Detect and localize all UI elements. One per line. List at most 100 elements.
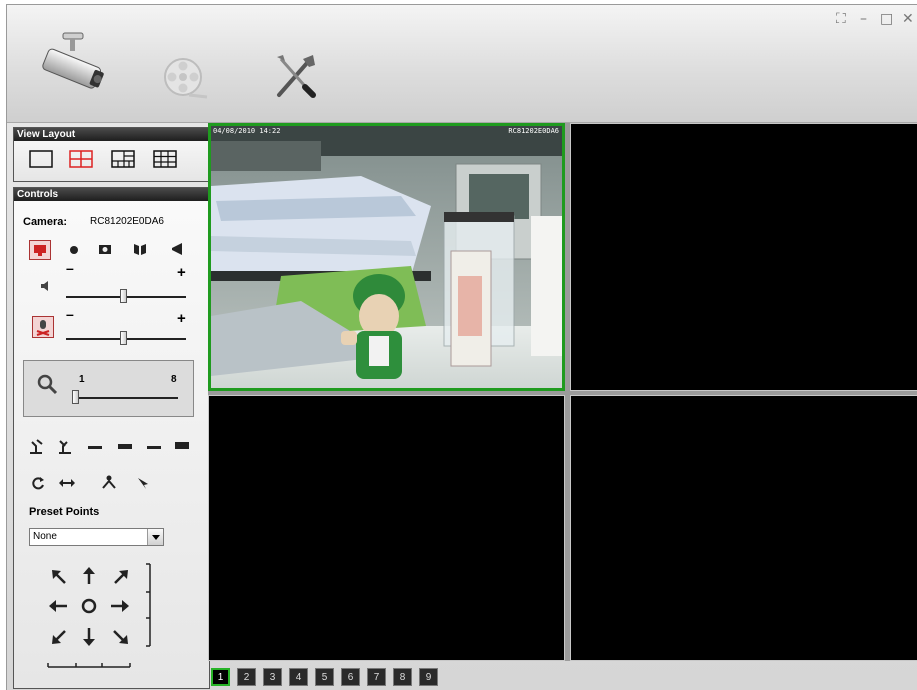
controls-panel: Controls Camera: RC81202E0DA6 – + – + 1 … [13, 187, 210, 689]
viewport-1-camera-id: RC81202E0DA6 [508, 127, 559, 135]
layout-2x2-button[interactable] [69, 150, 93, 171]
surveillance-app: ⛶ – □ ✕ View Layout Controls Camera: RC8… [0, 0, 917, 690]
zoom-box: 1 8 [23, 360, 194, 417]
talk-button[interactable] [170, 242, 184, 259]
arrow-up-right-icon[interactable] [110, 568, 130, 586]
ptz-step-2[interactable] [118, 444, 132, 449]
page-button-7[interactable]: 7 [367, 668, 386, 686]
lamp-on-icon [30, 439, 43, 454]
video-viewport-1[interactable]: 04/08/2010 14:22 RC81202E0DA6 [208, 123, 565, 391]
page-button-5[interactable]: 5 [315, 668, 334, 686]
main-window: ⛶ – □ ✕ View Layout Controls Camera: RC8… [6, 4, 917, 690]
magnifier-icon [37, 374, 58, 395]
security-camera-icon [42, 32, 104, 89]
mic-plus: + [177, 310, 186, 327]
vertical-speed-scale[interactable] [144, 562, 154, 648]
tilt-down-lamp-button[interactable] [57, 438, 73, 457]
snapshot-icon [99, 245, 111, 254]
camera-feed-image [211, 126, 562, 388]
video-viewport-4[interactable] [570, 395, 917, 661]
horizontal-speed-scale[interactable] [46, 660, 132, 670]
tools-icon [277, 55, 316, 98]
fullscreen-icon[interactable]: ⛶ [836, 11, 846, 27]
layout-single-icon [29, 150, 53, 168]
zoom-min-label: 1 [79, 374, 85, 385]
record-button[interactable] [69, 245, 79, 258]
lamp-off-icon [59, 440, 71, 454]
arrow-left-icon[interactable] [48, 598, 68, 614]
left-sidebar: View Layout Controls Camera: RC81202E0DA… [13, 127, 210, 689]
volume-slider-thumb[interactable] [120, 289, 127, 303]
mic-slider-thumb[interactable] [120, 331, 127, 345]
page-button-9[interactable]: 9 [419, 668, 438, 686]
playback-button[interactable] [161, 53, 211, 103]
page-button-2[interactable]: 2 [237, 668, 256, 686]
maximize-button[interactable]: □ [880, 11, 893, 27]
layout-quad-icon [69, 150, 93, 168]
layout-nine-icon [153, 150, 177, 168]
arrow-up-icon[interactable] [80, 566, 98, 586]
speaker-button[interactable] [40, 280, 52, 295]
video-viewport-3[interactable] [208, 395, 565, 661]
view-layout-panel: View Layout [13, 127, 210, 182]
arrow-down-left-icon[interactable] [50, 628, 70, 646]
arrow-down-right-icon[interactable] [110, 628, 130, 646]
live-feed-toggle[interactable] [29, 240, 51, 260]
mic-toggle[interactable] [32, 316, 54, 338]
volume-minus: – [66, 260, 74, 276]
pan-horizontal-button[interactable] [58, 477, 76, 492]
speaker-icon [41, 281, 48, 291]
preset-value: None [33, 531, 57, 542]
page-button-3[interactable]: 3 [263, 668, 282, 686]
tilt-up-lamp-button[interactable] [28, 438, 44, 457]
viewport-1-timestamp: 04/08/2010 14:22 [213, 127, 281, 135]
layout-3x3-button[interactable] [153, 150, 177, 171]
arrow-up-left-icon[interactable] [50, 568, 70, 586]
camera-label: Camera: [23, 216, 68, 228]
mic-minus: – [66, 306, 74, 322]
settings-button[interactable] [271, 51, 321, 101]
arrows-horizontal-icon [59, 479, 75, 487]
camera-feed-icon [34, 245, 46, 256]
pointer-icon [138, 478, 148, 489]
zoom-slider-thumb[interactable] [72, 390, 79, 404]
audio-mute-button[interactable] [133, 242, 147, 259]
layout-1x1-button[interactable] [29, 150, 53, 171]
minimize-button[interactable]: – [860, 11, 867, 27]
ptz-step-3[interactable] [147, 446, 161, 449]
controls-title: Controls [14, 188, 209, 201]
close-button[interactable]: ✕ [902, 11, 914, 27]
preset-select[interactable]: None [29, 528, 164, 546]
record-icon [70, 246, 78, 254]
center-button[interactable] [80, 597, 98, 615]
patrol-button[interactable] [100, 474, 118, 493]
page-button-4[interactable]: 4 [289, 668, 308, 686]
film-reel-icon [164, 58, 208, 99]
home-position-button[interactable] [136, 476, 150, 493]
page-button-1[interactable]: 1 [211, 668, 230, 686]
megaphone-icon [172, 243, 182, 255]
page-button-8[interactable]: 8 [393, 668, 412, 686]
top-toolbar: ⛶ – □ ✕ [7, 5, 917, 123]
chevron-down-icon [152, 535, 160, 540]
ptz-step-1[interactable] [88, 446, 102, 449]
preset-points-label: Preset Points [29, 506, 100, 518]
layout-1plus5-button[interactable] [111, 150, 135, 171]
camera-id: RC81202E0DA6 [90, 216, 164, 227]
video-grid: 04/08/2010 14:22 RC81202E0DA6 [208, 123, 917, 661]
arrow-down-icon[interactable] [80, 627, 98, 647]
video-viewport-2[interactable] [570, 123, 917, 391]
page-button-6[interactable]: 6 [341, 668, 360, 686]
layout-mixed-icon [111, 150, 135, 168]
arrow-right-icon[interactable] [110, 598, 130, 614]
preset-dropdown-button[interactable] [147, 529, 163, 545]
mic-muted-icon [36, 320, 50, 336]
rotate-button[interactable] [30, 475, 46, 494]
zoom-track[interactable] [74, 397, 178, 399]
ptz-step-4[interactable] [175, 442, 189, 449]
live-view-button[interactable] [37, 31, 109, 101]
snapshot-button[interactable] [98, 243, 112, 258]
figure-icon [102, 475, 116, 489]
zoom-max-label: 8 [171, 374, 177, 385]
book-icon [134, 244, 146, 255]
